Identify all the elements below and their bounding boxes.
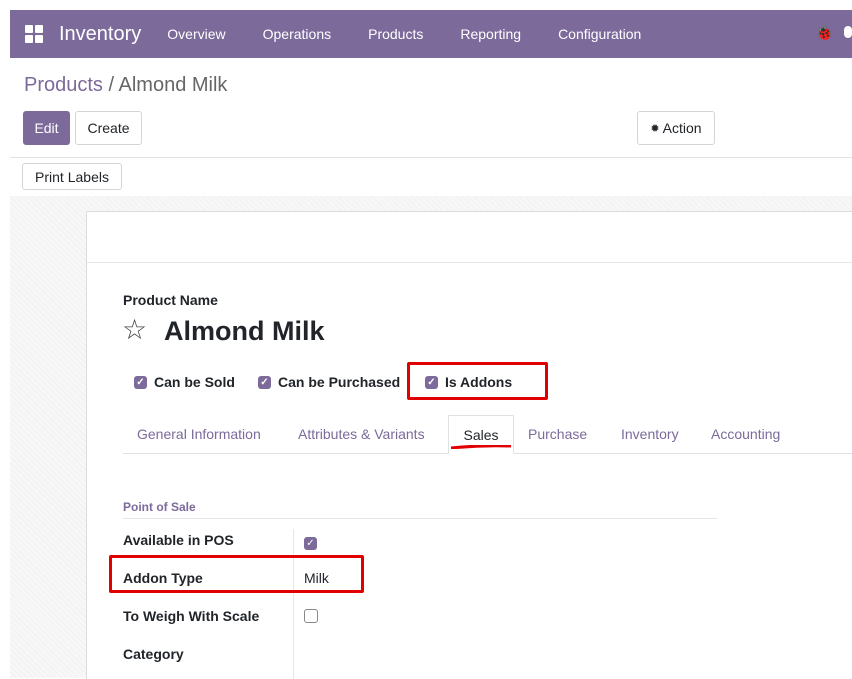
print-labels-button[interactable]: Print Labels xyxy=(22,163,122,190)
sheet-header-divider xyxy=(87,262,852,263)
debug-bug-icon[interactable]: 🐞 xyxy=(815,24,834,42)
tab-accounting[interactable]: Accounting xyxy=(711,415,780,453)
menu-overview[interactable]: Overview xyxy=(167,26,225,42)
tab-inventory[interactable]: Inventory xyxy=(621,415,679,453)
menu-configuration[interactable]: Configuration xyxy=(558,26,641,42)
available-in-pos-label: Available in POS xyxy=(123,532,234,548)
to-weigh-with-scale-label: To Weigh With Scale xyxy=(123,608,260,624)
breadcrumb-separator: / xyxy=(102,74,119,96)
breadcrumb: Products / Almond Milk xyxy=(24,74,227,97)
form-sheet: Product Name ☆ Almond Milk ✓ Can be Sold… xyxy=(86,211,852,679)
highlight-box-addon-type xyxy=(109,555,364,593)
create-button[interactable]: Create xyxy=(75,111,142,145)
tab-attributes-variants[interactable]: Attributes & Variants xyxy=(298,415,425,453)
product-name-label: Product Name xyxy=(123,292,218,308)
checkbox-checked-icon[interactable]: ✓ xyxy=(304,537,317,550)
tab-general-information[interactable]: General Information xyxy=(137,415,261,453)
favorite-star-icon[interactable]: ☆ xyxy=(122,312,147,348)
field-column-separator xyxy=(293,529,294,679)
action-button[interactable]: ✹ Action xyxy=(637,111,715,145)
checkbox-unchecked-icon[interactable] xyxy=(304,609,318,623)
top-navbar: Inventory Overview Operations Products R… xyxy=(10,10,852,58)
edit-button[interactable]: Edit xyxy=(23,111,70,145)
available-in-pos-checkbox[interactable]: ✓ xyxy=(304,533,317,550)
action-label: Action xyxy=(662,120,702,136)
gear-icon: ✹ xyxy=(650,122,660,135)
chat-icon[interactable] xyxy=(844,26,852,38)
product-title: Almond Milk xyxy=(164,316,325,346)
menu-reporting[interactable]: Reporting xyxy=(460,26,521,42)
can-be-sold-checkbox[interactable]: ✓ Can be Sold xyxy=(134,374,235,390)
toolbar-divider xyxy=(10,157,852,158)
menu-operations[interactable]: Operations xyxy=(263,26,331,42)
app-brand[interactable]: Inventory xyxy=(59,23,141,46)
group-separator xyxy=(123,518,717,519)
can-be-purchased-checkbox[interactable]: ✓ Can be Purchased xyxy=(258,374,400,390)
menu-products[interactable]: Products xyxy=(368,26,423,42)
tab-purchase[interactable]: Purchase xyxy=(528,415,587,453)
highlight-underline-sales xyxy=(450,445,512,449)
checkbox-checked-icon[interactable]: ✓ xyxy=(134,375,147,389)
apps-grid-icon[interactable] xyxy=(25,24,45,44)
highlight-box-is-addons xyxy=(407,362,548,400)
can-be-sold-label: Can be Sold xyxy=(154,374,235,390)
can-be-purchased-label: Can be Purchased xyxy=(278,374,401,390)
category-label: Category xyxy=(123,646,184,662)
breadcrumb-products-link[interactable]: Products xyxy=(24,74,103,96)
to-weigh-with-scale-checkbox[interactable] xyxy=(304,609,318,626)
point-of-sale-group-title: Point of Sale xyxy=(123,500,196,514)
breadcrumb-current: Almond Milk xyxy=(118,74,228,96)
checkbox-checked-icon[interactable]: ✓ xyxy=(258,375,271,389)
